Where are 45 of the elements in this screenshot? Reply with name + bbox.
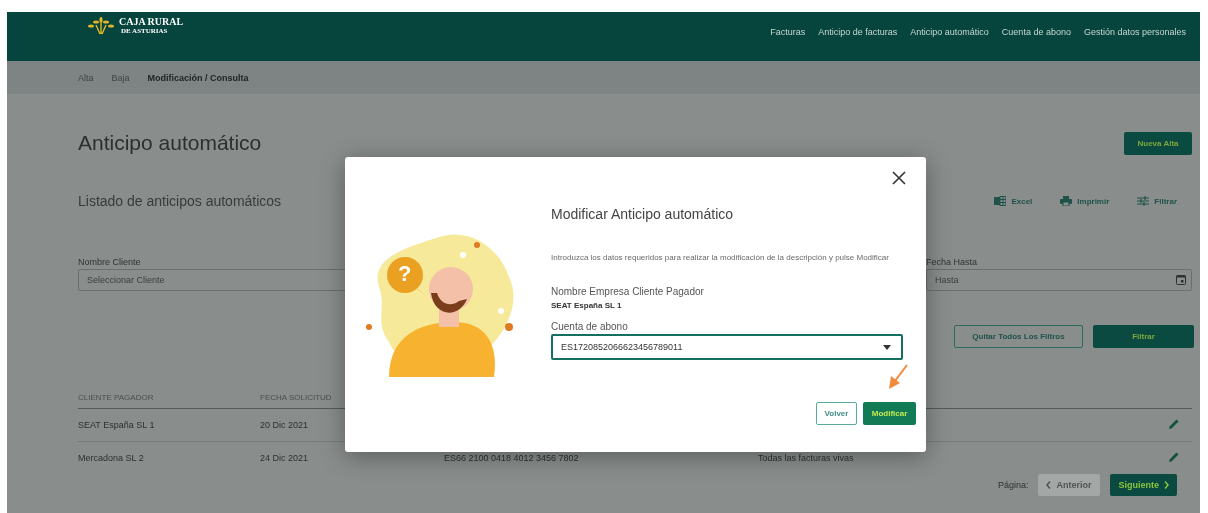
dialog-title: Modificar Anticipo automático bbox=[551, 206, 735, 222]
chevron-left-icon bbox=[1046, 481, 1052, 489]
nav-link[interactable]: Anticipo de facturas bbox=[818, 26, 898, 37]
spreadsheet-icon bbox=[994, 196, 1007, 206]
account-select[interactable]: ES1720852066623456789011 bbox=[551, 334, 903, 360]
dropdown-caret-icon bbox=[883, 344, 891, 350]
date-field[interactable]: Hasta bbox=[926, 269, 1192, 291]
table-cell-text: 24 Dic 2021 bbox=[260, 453, 310, 463]
sub-tab[interactable]: Modificación / Consulta bbox=[147, 72, 249, 83]
wheat-logo-icon bbox=[87, 16, 115, 35]
field-label: Fecha Hasta bbox=[926, 257, 979, 267]
clear-filters-button[interactable]: Quitar Todos Los Filtros bbox=[954, 325, 1083, 348]
table-cell-text: Mercadona SL 2 bbox=[78, 453, 145, 463]
page-title: Anticipo automático bbox=[78, 131, 262, 155]
toolbar-button[interactable]: Excel bbox=[994, 196, 1033, 206]
printer-icon bbox=[1060, 196, 1073, 206]
back-button[interactable]: Volver bbox=[816, 402, 857, 425]
next-button[interactable]: Siguiente bbox=[1110, 474, 1177, 496]
edit-pencil-icon[interactable] bbox=[1168, 451, 1180, 463]
table-cell-text: 20 Dic 2021 bbox=[260, 420, 310, 430]
logo-title: CAJA RURAL bbox=[119, 16, 184, 27]
account-label: Cuenta de abono bbox=[551, 321, 629, 332]
close-icon[interactable] bbox=[892, 171, 906, 185]
list-title: Listado de anticipos automáticos bbox=[78, 193, 282, 209]
toolbar-button[interactable]: Imprimir bbox=[1060, 196, 1110, 206]
sliders-icon bbox=[1137, 196, 1150, 206]
chevron-right-icon bbox=[1164, 481, 1169, 489]
calendar-icon bbox=[1176, 274, 1186, 285]
edit-pencil-icon[interactable] bbox=[1168, 418, 1180, 430]
sub-tab[interactable]: Baja bbox=[111, 72, 130, 83]
nav-link[interactable]: Facturas bbox=[770, 26, 806, 37]
new-button[interactable]: Nueva Alta bbox=[1124, 131, 1192, 155]
dialog-description: Introduzca los datos requeridos para realizar la modificación de la descripción y pulse Modificar bbox=[551, 252, 890, 264]
nav-link[interactable]: Anticipo automático bbox=[910, 26, 989, 37]
nav-link[interactable]: Gestión datos personales bbox=[1083, 26, 1186, 37]
filter-button[interactable]: Filtrar bbox=[1093, 325, 1194, 348]
table-cell-text: ES66 2100 0418 4012 3456 7802 bbox=[444, 453, 580, 463]
toolbar-button[interactable]: Filtrar bbox=[1137, 196, 1177, 206]
pointer-arrow-icon bbox=[886, 364, 908, 390]
company-value: SEAT España SL 1 bbox=[551, 301, 623, 310]
table-cell-text: SEAT España SL 1 bbox=[78, 420, 156, 430]
nav-link[interactable]: Cuenta de abono bbox=[1001, 26, 1071, 37]
modify-button[interactable]: Modificar bbox=[863, 402, 916, 425]
page-label: Página: bbox=[997, 480, 1029, 490]
table-cell-text: Todas las facturas vivas bbox=[758, 453, 855, 463]
